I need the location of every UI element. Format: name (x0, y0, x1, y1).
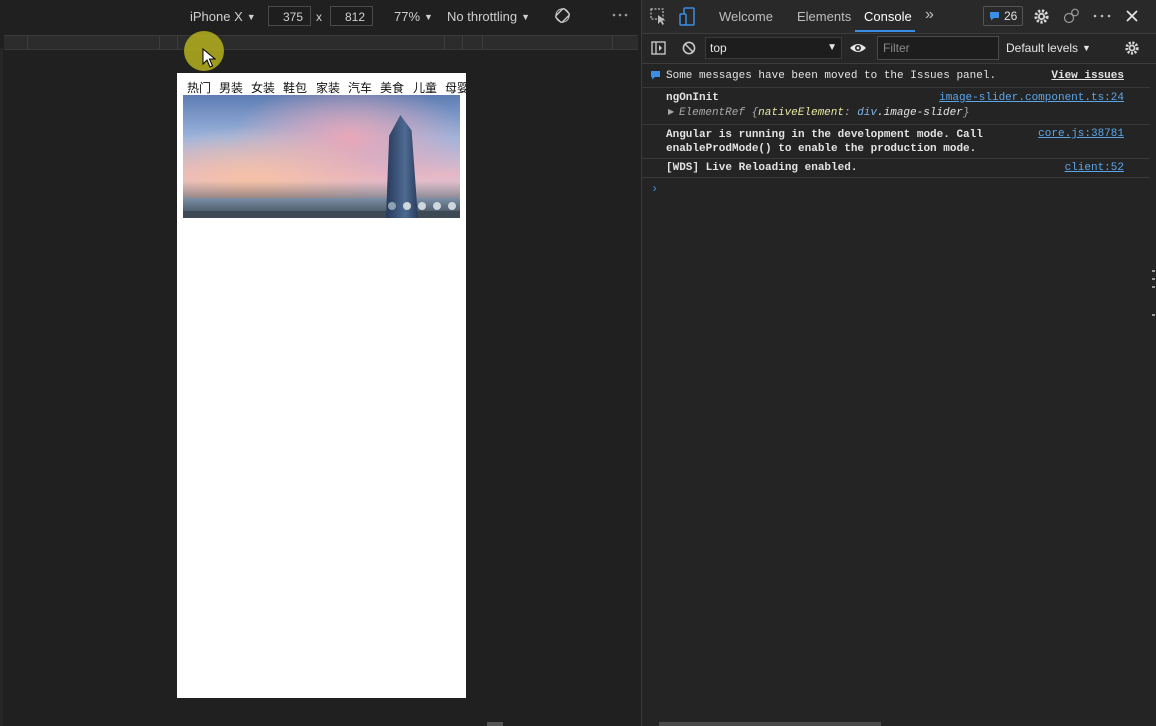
tab-console[interactable]: Console (864, 9, 912, 24)
log-levels-value: Default levels (1006, 41, 1079, 55)
category-tab[interactable]: 男装 (219, 79, 243, 96)
height-input[interactable]: 812 (330, 6, 373, 26)
more-tabs-icon[interactable]: » (925, 6, 934, 24)
clear-console-icon[interactable] (682, 41, 696, 55)
source-link[interactable]: image-slider.component.ts:24 (939, 92, 1124, 104)
devtools-panel: Welcome Elements Console » 26 top ▼ Filt… (641, 0, 1156, 726)
console-messages: Some messages have been moved to the Iss… (642, 64, 1150, 714)
category-tab[interactable]: 母婴 (445, 79, 466, 96)
console-toolbar: top ▼ Default levels▼ (642, 34, 1156, 64)
dimension-separator: x (316, 10, 322, 24)
message-text: ngOnInit (666, 92, 719, 104)
zoom-select[interactable]: 77% ▼ (394, 9, 433, 24)
category-tab[interactable]: 美食 (380, 79, 404, 96)
throttling-value: No throttling (447, 9, 518, 24)
media-query-ruler (4, 35, 638, 50)
source-link[interactable]: core.js:38781 (1038, 128, 1124, 140)
throttling-select[interactable]: No throttling ▼ (447, 9, 530, 24)
category-tab[interactable]: 鞋包 (283, 79, 307, 96)
category-tab[interactable]: 热门 (187, 79, 211, 96)
category-tab[interactable]: 儿童 (413, 79, 437, 96)
expand-triangle-icon: ▶ (668, 108, 679, 117)
chevron-down-icon: ▼ (521, 12, 531, 22)
console-settings-gear-icon[interactable] (1124, 40, 1140, 56)
live-expression-eye-icon[interactable] (849, 42, 867, 54)
category-tab[interactable]: 家装 (316, 79, 340, 96)
source-link[interactable]: client:52 (1065, 162, 1124, 174)
slider-dot[interactable] (433, 202, 441, 210)
active-tab-indicator (855, 30, 915, 32)
category-tab[interactable]: 汽车 (348, 79, 372, 96)
width-input[interactable]: 375 (268, 6, 311, 26)
customize-icon[interactable] (1063, 8, 1080, 25)
issues-count: 26 (1004, 9, 1018, 23)
slider-dot[interactable] (418, 202, 426, 210)
slider-dot[interactable] (388, 202, 396, 210)
context-value: top (710, 41, 727, 55)
sidebar-toggle-icon[interactable] (651, 41, 666, 55)
device-name: iPhone X (190, 9, 243, 24)
resize-handle[interactable] (0, 48, 3, 726)
rotate-icon[interactable] (555, 8, 570, 23)
tab-elements[interactable]: Elements (797, 9, 851, 24)
image-slider[interactable] (183, 95, 460, 218)
drawer-edge (1149, 264, 1156, 324)
context-select[interactable]: top ▼ (705, 37, 842, 59)
message-text: Angular is running in the development mo… (666, 129, 983, 155)
slider-dot[interactable] (448, 202, 456, 210)
message-text: Some messages have been moved to the Iss… (666, 70, 997, 82)
more-options-icon[interactable] (1093, 9, 1111, 23)
device-select[interactable]: iPhone X ▼ (190, 9, 256, 24)
device-viewport: 热门 男装 女装 鞋包 家装 汽车 美食 儿童 母婴 (177, 73, 466, 698)
device-emulation-area: iPhone X ▼ 375 x 812 77% ▼ No throttling ▼ … (0, 0, 641, 726)
issues-message-icon (650, 70, 661, 80)
chevron-down-icon: ▼ (1082, 43, 1091, 53)
chevron-down-icon: ▼ (827, 42, 837, 53)
issues-badge[interactable]: 26 (983, 6, 1023, 26)
console-prompt[interactable]: › (651, 182, 658, 196)
category-tab[interactable]: 女装 (251, 79, 275, 96)
tab-welcome[interactable]: Welcome (719, 9, 773, 24)
chevron-down-icon: ▼ (246, 12, 256, 22)
emulation-scrollbar[interactable] (487, 722, 503, 726)
devtools-tabbar: Welcome Elements Console » 26 (642, 0, 1156, 34)
mouse-pointer-icon (202, 48, 216, 68)
console-message-log: Angular is running in the development mo… (642, 124, 1150, 159)
zoom-value: 77% (394, 9, 421, 24)
console-message-issues: Some messages have been moved to the Iss… (642, 64, 1150, 88)
issues-icon (989, 11, 1000, 21)
device-toolbar-icon[interactable] (679, 7, 695, 26)
devtools-scrollbar[interactable] (659, 722, 881, 726)
element-ref-expandable[interactable]: ▶ ElementRef {nativeElement: div.image-s… (668, 107, 969, 119)
console-message-log: ngOnInit image-slider.component.ts:24 ▶ … (642, 87, 1150, 125)
device-more-icon[interactable] (612, 8, 628, 22)
console-filter-input[interactable] (877, 36, 999, 60)
slider-dot[interactable] (403, 202, 411, 210)
settings-gear-icon[interactable] (1033, 8, 1050, 25)
close-icon[interactable] (1126, 10, 1138, 22)
view-issues-link[interactable]: View issues (1051, 70, 1124, 82)
device-toolbar: iPhone X ▼ 375 x 812 77% ▼ No throttling ▼ (0, 0, 641, 33)
log-levels-select[interactable]: Default levels ▼ (1006, 41, 1091, 55)
slider-indicators (381, 197, 456, 215)
inspect-element-icon[interactable] (650, 8, 667, 25)
chevron-down-icon: ▼ (424, 12, 433, 22)
message-text: [WDS] Live Reloading enabled. (666, 162, 858, 174)
console-message-log: [WDS] Live Reloading enabled. client:52 (642, 158, 1150, 178)
